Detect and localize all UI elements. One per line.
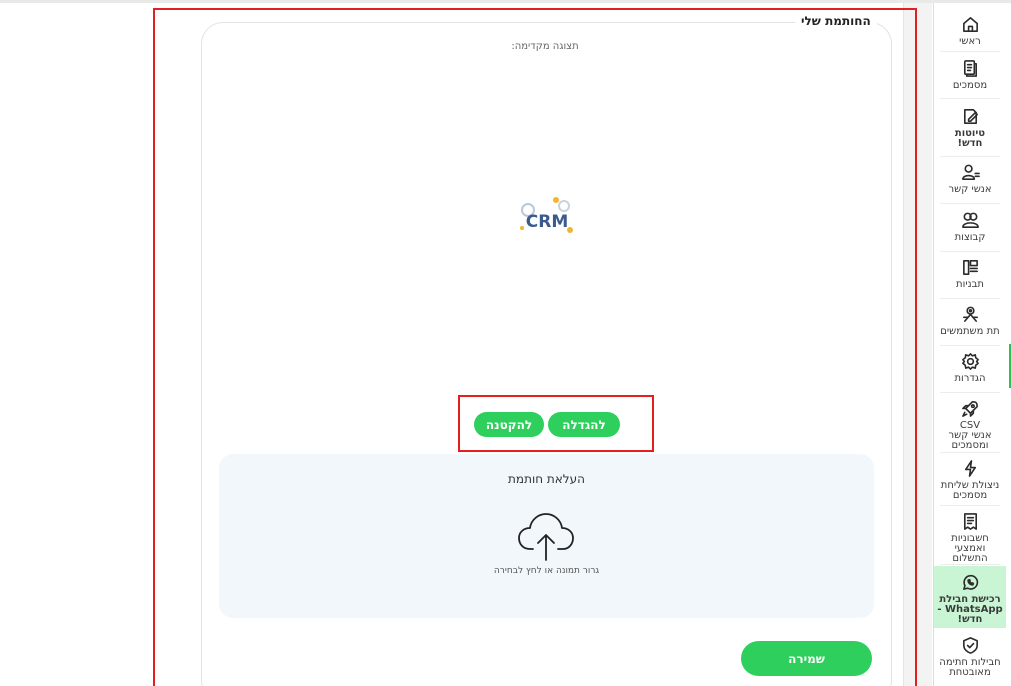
stamp-upload-dropzone[interactable]: העלאת חותמת גרור תמונה או לחץ לבחירה: [219, 454, 874, 618]
sidebar-item-label: ראשי: [959, 36, 981, 47]
sidebar-item-drafts[interactable]: טיוטות חדש!: [934, 107, 1006, 149]
sidebar-item-sub-users[interactable]: תת משתמשים: [934, 305, 1006, 337]
rocket-icon: [961, 401, 978, 417]
logo-text: CRM: [526, 212, 568, 232]
sidebar-item-label: רכישת חבילת WhatsApp - חדש!: [937, 594, 1003, 625]
settings-icon: [961, 353, 979, 370]
sidebar-item-documents[interactable]: מסמכים: [934, 59, 1006, 91]
stamp-preview-image: CRM: [520, 197, 573, 233]
app-window: החותמת שלי תצוגה מקדימה: CRM להגדלה להקט…: [0, 0, 1011, 686]
sidebar-item-whatsapp[interactable]: רכישת חבילת WhatsApp - חדש!: [934, 566, 1006, 628]
home-icon: [962, 17, 978, 32]
scrollbar-track[interactable]: [903, 3, 932, 686]
contacts-icon: [961, 164, 980, 180]
cloud-upload-icon: [518, 513, 574, 561]
bolt-icon: [964, 460, 976, 477]
sidebar-item-settings[interactable]: הגדרות: [934, 344, 1011, 388]
sidebar-item-label: ניצולת שליחת מסמכים: [940, 480, 1000, 501]
upload-title: העלאת חותמת: [508, 472, 585, 486]
sidebar-item-label: אנשי קשר: [948, 184, 992, 195]
sidebar-item-label: טיוטות חדש!: [954, 128, 986, 149]
preview-label: תצוגה מקדימה:: [511, 41, 579, 52]
section-title: החותמת שלי: [795, 14, 877, 28]
top-divider: [0, 0, 1011, 3]
upload-hint: גרור תמונה או לחץ לבחירה: [493, 566, 600, 576]
sidebar-item-label: תת משתמשים: [940, 326, 1000, 337]
sidebar-item-home[interactable]: ראשי: [934, 15, 1006, 47]
enlarge-button[interactable]: להגדלה: [548, 412, 620, 437]
sidebar-item-label: חבילות חתימה מאובטחת: [939, 657, 1001, 678]
whatsapp-icon: [962, 574, 978, 590]
sidebar-item-usage[interactable]: ניצולת שליחת מסמכים: [934, 459, 1006, 501]
invoice-icon: [963, 513, 977, 530]
sidebar-item-label: תבניות: [956, 279, 984, 290]
sidebar: ראשי מסמכים טיוטות חדש! אנשי קשר קבוצות …: [933, 3, 1011, 686]
shield-icon: [962, 637, 978, 654]
templates-icon: [962, 260, 978, 275]
sidebar-item-templates[interactable]: תבניות: [934, 258, 1006, 290]
sidebar-item-label: חשבוניות ואמצעי התשלום: [951, 533, 989, 564]
save-button[interactable]: שמירה: [741, 641, 872, 676]
sub-users-icon: [962, 306, 978, 322]
sidebar-item-label: הגדרות: [954, 373, 986, 384]
sidebar-item-invoices[interactable]: חשבוניות ואמצעי התשלום: [934, 512, 1006, 564]
drafts-icon: [963, 109, 978, 124]
sidebar-item-contacts[interactable]: אנשי קשר: [934, 163, 1006, 195]
documents-icon: [963, 60, 977, 77]
sidebar-item-signature-packages[interactable]: חבילות חתימה מאובטחת: [934, 636, 1006, 678]
sidebar-item-label: קבוצות: [954, 232, 986, 243]
shrink-button[interactable]: להקטנה: [474, 412, 544, 437]
sidebar-item-label: מסמכים: [952, 80, 988, 91]
groups-icon: [961, 212, 979, 228]
sidebar-item-groups[interactable]: קבוצות: [934, 211, 1006, 243]
sidebar-item-csv-import[interactable]: CSV אנשי קשר ומסמכים: [934, 399, 1006, 451]
sidebar-item-label: CSV אנשי קשר ומסמכים: [948, 420, 992, 451]
